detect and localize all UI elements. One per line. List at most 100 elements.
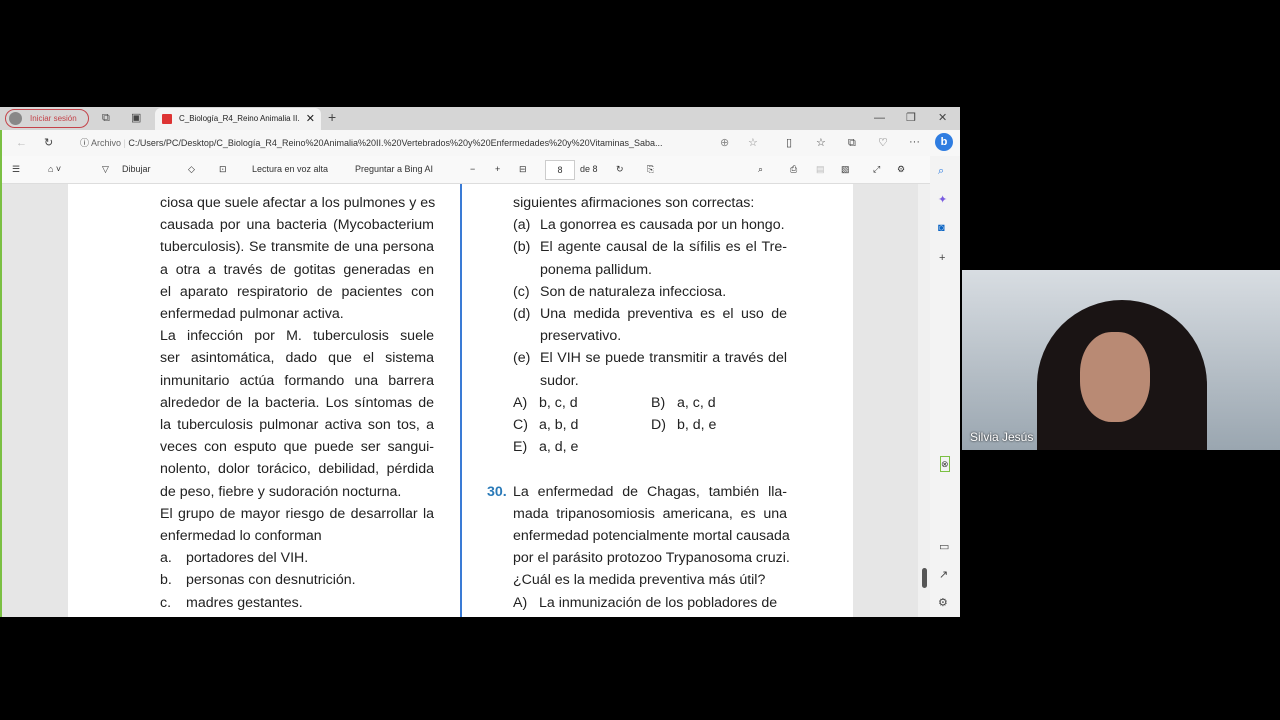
- fit-page-icon[interactable]: ⊟: [519, 156, 527, 183]
- sidebar-toggle-icon[interactable]: ▭: [939, 540, 949, 554]
- draw-icon[interactable]: ▽: [102, 156, 109, 183]
- search-icon[interactable]: ⌕: [758, 156, 763, 183]
- bing-icon[interactable]: b: [935, 133, 953, 151]
- question-text: siguientes afirmaciones son correctas:: [513, 195, 755, 211]
- option-text: fumadores.: [186, 614, 257, 618]
- answer-key: A): [513, 394, 528, 411]
- contents-icon[interactable]: ☰: [12, 156, 20, 183]
- tab-bar: Iniciar sesión ⧉ ▣ C_Biología_R4_Reino A…: [0, 107, 960, 130]
- text-line: tuberculosis). Se transmite de una perso…: [160, 239, 434, 256]
- extensions-icon[interactable]: ♡: [878, 136, 888, 150]
- zoom-icon[interactable]: ⊕: [720, 136, 729, 150]
- statement-key: (c): [513, 283, 530, 300]
- sign-in-button[interactable]: Iniciar sesión: [5, 109, 89, 128]
- close-tab-icon[interactable]: ✕: [306, 108, 315, 130]
- question-text: por el parásito protozoo Trypanosoma cru…: [513, 550, 790, 567]
- webcam-video: Silvia Jesús: [962, 270, 1280, 450]
- answer-option: b, d, e: [677, 417, 717, 433]
- new-tab-icon[interactable]: +: [328, 110, 336, 124]
- text-line: veces con esputo que puede ser sangui-: [160, 439, 434, 456]
- text-line: nolento, dolor torácico, debilidad, pérd…: [160, 461, 434, 478]
- reading-view-icon[interactable]: ▯: [786, 136, 792, 150]
- answer-key: D): [651, 417, 666, 433]
- answer-key: E): [513, 439, 528, 456]
- info-icon: ⓘ: [80, 138, 92, 148]
- statement-text: ponema pallidum.: [540, 261, 652, 278]
- tab-actions-icon[interactable]: ▣: [131, 111, 141, 125]
- more-icon[interactable]: ···: [909, 135, 920, 149]
- url-field[interactable]: ⓘ Archivo | C:/Users/PC/Desktop/C_Biolog…: [80, 133, 770, 153]
- close-window-icon[interactable]: ✕: [938, 111, 947, 125]
- text-line: a otra a través de gotitas generadas en: [160, 261, 434, 278]
- text-line: ciosa que suele afectar a los pulmones y…: [160, 195, 436, 211]
- question-text: enfermedad potencialmente mortal causada: [513, 528, 790, 544]
- column-divider: [460, 184, 462, 617]
- question-text: ¿Cuál es la medida preventiva más útil?: [513, 572, 766, 589]
- presenter-face: [1080, 332, 1150, 422]
- text-line: de peso, fiebre y sudoración nocturna.: [160, 483, 402, 500]
- address-bar: ← ↻ ⓘ Archivo | C:/Users/PC/Desktop/C_Bi…: [0, 130, 960, 156]
- tab-pdf[interactable]: C_Biología_R4_Reino Animalia II. ✕: [155, 108, 321, 130]
- answer-option: La inmunización de los pobladores de: [539, 594, 778, 611]
- option-text: madres gestantes.: [186, 594, 303, 611]
- scrollbar-thumb[interactable]: [922, 568, 927, 588]
- page-view-icon[interactable]: ⎘: [647, 156, 654, 183]
- ask-bing-button[interactable]: Preguntar a Bing AI: [355, 156, 433, 183]
- text-line: la tuberculosis pulmonar activa son tos,…: [160, 417, 434, 433]
- text-line: causada por una bacteria (Mycobacterium: [160, 217, 434, 234]
- favorite-star-icon[interactable]: ☆: [748, 136, 758, 150]
- avatar-icon: [9, 112, 22, 125]
- option-text: portadores del VIH.: [186, 550, 309, 567]
- sidebar-settings-icon[interactable]: ⚙: [938, 596, 948, 610]
- back-icon[interactable]: ←: [16, 136, 27, 150]
- scrollbar[interactable]: [918, 184, 930, 617]
- refresh-icon[interactable]: ↻: [44, 136, 53, 150]
- text-line: enfermedad lo conforman: [160, 528, 322, 544]
- answer-option: b, c, d: [539, 394, 578, 411]
- page-number-input[interactable]: 8: [545, 160, 575, 180]
- settings-icon[interactable]: ⚙: [897, 156, 905, 183]
- text-icon[interactable]: ⊡: [219, 156, 227, 183]
- statement-text: Son de naturaleza infecciosa.: [540, 283, 727, 300]
- save-as-icon[interactable]: ▧: [841, 156, 850, 183]
- print-icon[interactable]: ⎙: [790, 156, 797, 183]
- favorites-icon[interactable]: ☆: [816, 136, 826, 150]
- statement-text: El agente causal de la sífilis es el Tre…: [540, 239, 787, 256]
- pdf-icon: [162, 114, 172, 124]
- page-count: de 8: [580, 164, 598, 174]
- outlook-icon[interactable]: ◙: [938, 221, 945, 235]
- sidebar-search-icon[interactable]: ⌕: [938, 164, 944, 178]
- statement-text: Una medida preventiva es el uso de: [540, 306, 787, 322]
- text-line: el aparato respiratorio de pacientes con: [160, 283, 434, 300]
- zoom-out-icon[interactable]: −: [470, 156, 475, 183]
- participant-name: Silvia Jesús: [970, 430, 1034, 444]
- text-line: La infección por M. tuberculosis suele: [160, 328, 434, 345]
- statement-text: La gonorrea es causada por un hongo.: [540, 217, 785, 234]
- fullscreen-icon[interactable]: ⤢: [873, 156, 880, 183]
- minimize-icon[interactable]: —: [874, 111, 885, 125]
- highlight-icon[interactable]: ⌂ ˅: [48, 156, 61, 183]
- text-line: inmunitario actúa formando una barrera: [160, 372, 434, 389]
- answer-option: a, b, d: [539, 417, 579, 433]
- pdf-page: ciosa que suele afectar a los pulmones y…: [68, 184, 853, 617]
- extension-icon[interactable]: ⊗: [940, 456, 950, 472]
- draw-button[interactable]: Dibujar: [122, 156, 151, 183]
- collections-icon[interactable]: ⧉: [848, 136, 856, 150]
- text-line: enfermedad pulmonar activa.: [160, 306, 344, 322]
- read-aloud-button[interactable]: Lectura en voz alta: [252, 156, 328, 183]
- zoom-in-icon[interactable]: +: [495, 156, 500, 183]
- option-key: d.: [160, 614, 172, 618]
- pdf-viewer: ciosa que suele afectar a los pulmones y…: [2, 184, 918, 617]
- open-external-icon[interactable]: ↗: [939, 568, 948, 582]
- add-icon[interactable]: +: [939, 251, 945, 265]
- copilot-icon[interactable]: ✦: [938, 193, 947, 207]
- restore-icon[interactable]: ❐: [906, 111, 916, 125]
- eraser-icon[interactable]: ◇: [188, 156, 195, 183]
- workspaces-icon[interactable]: ⧉: [102, 111, 110, 125]
- edge-sidebar: ⌕ ✦ ◙ + ⊗ ▭ ↗ ⚙: [930, 156, 960, 617]
- statement-text: El VIH se puede transmitir a través del: [540, 350, 787, 367]
- save-icon[interactable]: ▤: [816, 156, 825, 183]
- option-key: a.: [160, 550, 172, 567]
- rotate-icon[interactable]: ↻: [616, 156, 624, 183]
- statement-text: preservativo.: [540, 328, 622, 345]
